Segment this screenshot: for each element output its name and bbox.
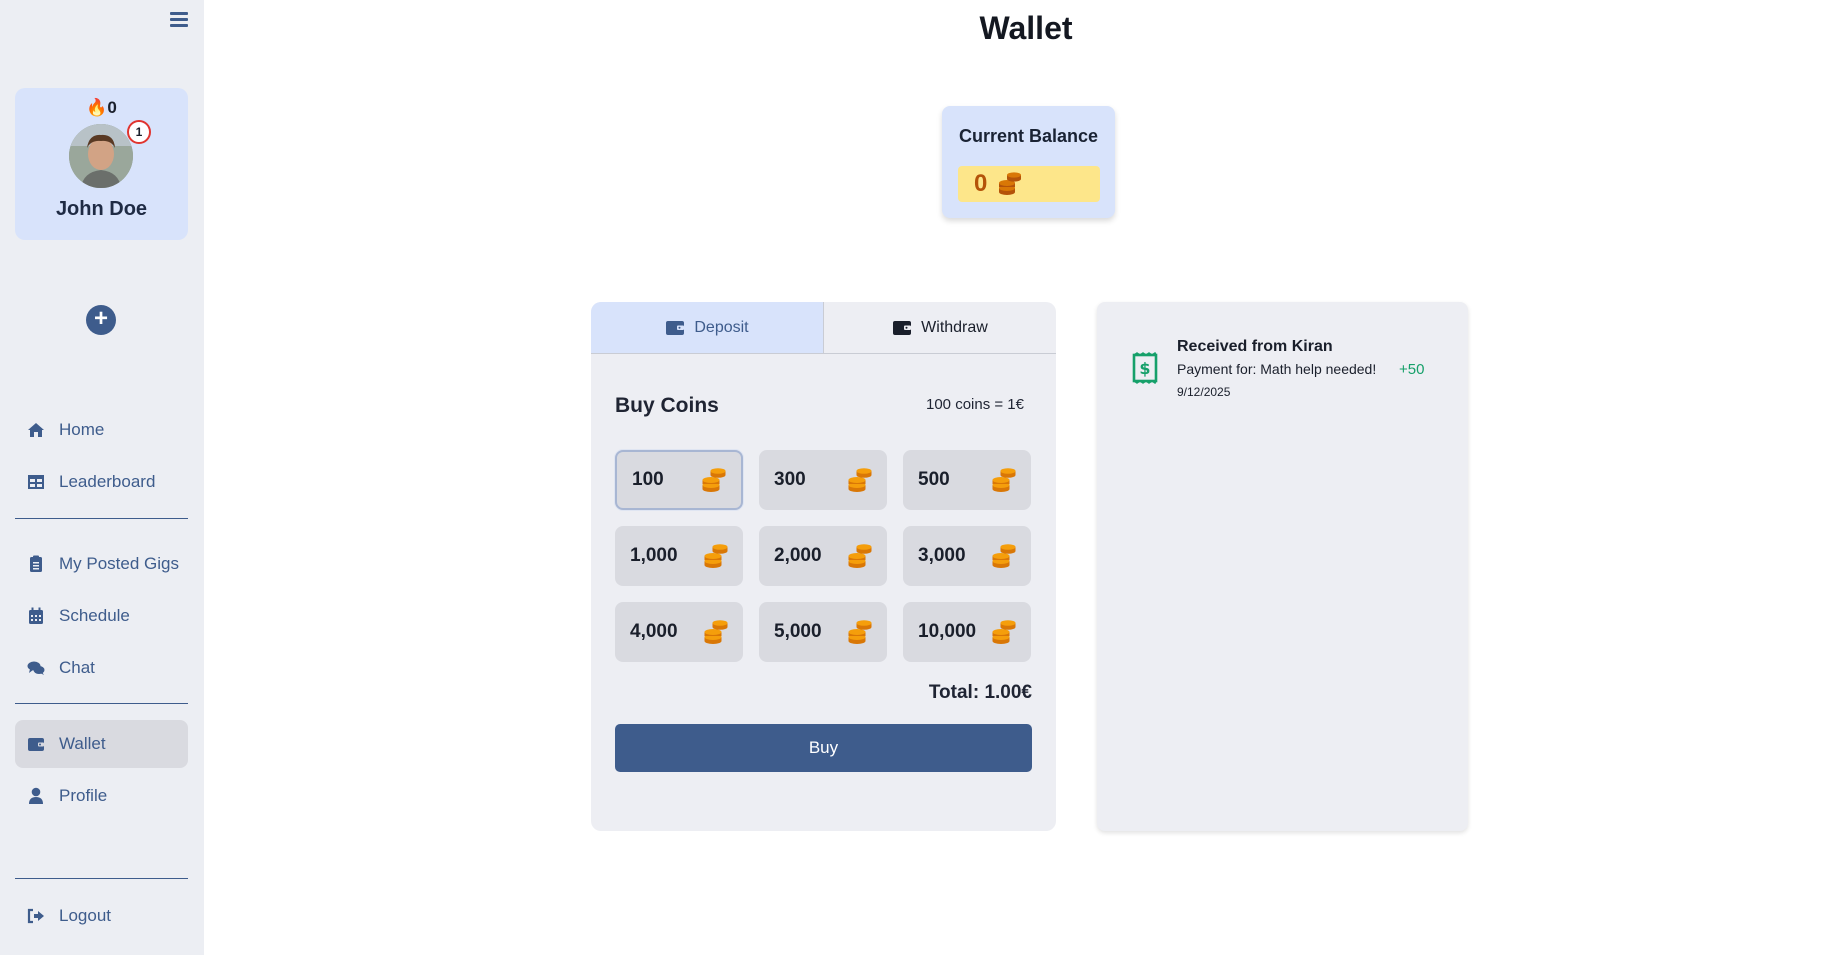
- svg-text:$: $: [1139, 359, 1150, 378]
- wallet-icon: [666, 321, 685, 335]
- coins-icon: [991, 466, 1017, 494]
- table-icon: [27, 473, 45, 491]
- transactions-panel: $ Received from Kiran Payment for: Math …: [1097, 302, 1468, 831]
- coin-option-amount: 500: [918, 469, 950, 490]
- notification-badge[interactable]: 1: [127, 120, 151, 144]
- sidebar-divider: [15, 518, 188, 519]
- coin-option-amount: 300: [774, 469, 806, 490]
- sidebar-item-label: Logout: [59, 906, 111, 925]
- user-icon: [27, 787, 45, 805]
- coin-option[interactable]: 500: [903, 450, 1031, 510]
- add-gig-button[interactable]: +: [86, 305, 116, 335]
- sidebar-item-schedule[interactable]: Schedule: [15, 592, 188, 640]
- coin-option-amount: 5,000: [774, 621, 822, 642]
- sidebar-divider: [15, 703, 188, 704]
- wallet-tabs: Deposit Withdraw: [591, 302, 1056, 354]
- home-icon: [27, 421, 45, 439]
- page-title: Wallet: [979, 10, 1073, 46]
- wallet-icon: [893, 321, 912, 335]
- total-price: Total: 1.00€: [928, 682, 1032, 703]
- sidebar-item-profile[interactable]: Profile: [15, 772, 188, 820]
- sidebar-item-label: Wallet: [59, 734, 106, 753]
- coin-option-amount: 1,000: [630, 545, 678, 566]
- sidebar-item-wallet[interactable]: Wallet: [15, 720, 188, 768]
- profile-card[interactable]: 🔥0 1 John Doe: [15, 88, 188, 240]
- coins-icon: [701, 466, 727, 494]
- transaction-description: Payment for: Math help needed!: [1177, 361, 1377, 377]
- coin-option-amount: 3,000: [918, 545, 966, 566]
- sidebar: 🔥0 1 John Doe + Home Leaderboard My Post…: [0, 0, 204, 955]
- coin-option[interactable]: 4,000: [615, 602, 743, 662]
- receipt-icon: $: [1131, 351, 1159, 385]
- buy-button[interactable]: Buy: [615, 724, 1032, 772]
- sidebar-divider: [15, 878, 188, 879]
- logout-button[interactable]: Logout: [15, 892, 188, 940]
- sidebar-item-my-posted-gigs[interactable]: My Posted Gigs: [15, 540, 188, 588]
- coin-option-amount: 4,000: [630, 621, 678, 642]
- tab-label: Deposit: [694, 318, 749, 336]
- balance-amount: 0: [974, 170, 988, 197]
- sidebar-item-label: Home: [59, 420, 105, 439]
- calendar-icon: [27, 607, 45, 625]
- avatar[interactable]: [69, 124, 133, 188]
- chat-icon: [27, 659, 45, 677]
- coin-option[interactable]: 3,000: [903, 526, 1031, 586]
- coins-icon: [991, 618, 1017, 646]
- tab-withdraw[interactable]: Withdraw: [824, 302, 1056, 353]
- clipboard-icon: [27, 555, 45, 573]
- coin-option[interactable]: 300: [759, 450, 887, 510]
- deposit-panel: Deposit Withdraw Buy Coins 100 coins = 1…: [591, 302, 1056, 831]
- sidebar-item-label: Schedule: [59, 606, 130, 625]
- coin-option[interactable]: 10,000: [903, 602, 1031, 662]
- buy-coins-title: Buy Coins: [615, 394, 719, 417]
- coins-icon: [847, 618, 873, 646]
- menu-toggle-icon[interactable]: [170, 10, 188, 28]
- coins-icon: [997, 171, 1023, 197]
- coin-option-amount: 10,000: [918, 621, 977, 642]
- sidebar-item-label: Chat: [59, 658, 95, 677]
- transaction-date: 9/12/2025: [1177, 385, 1231, 399]
- sidebar-item-leaderboard[interactable]: Leaderboard: [15, 458, 188, 506]
- balance-title: Current Balance: [958, 126, 1099, 146]
- sidebar-item-label: Leaderboard: [59, 472, 156, 491]
- transaction-title: Received from Kiran: [1177, 338, 1333, 355]
- coin-option[interactable]: 100: [615, 450, 743, 510]
- sidebar-item-chat[interactable]: Chat: [15, 644, 188, 692]
- coin-options: 100 300 500 1,000 2,000 3,000 4,000 5,000 10,000: [615, 450, 1032, 662]
- balance-value: 0: [958, 166, 1100, 202]
- coins-icon: [991, 542, 1017, 570]
- coin-option[interactable]: 5,000: [759, 602, 887, 662]
- exchange-rate: 100 coins = 1€: [926, 396, 1024, 413]
- user-name: John Doe: [55, 198, 148, 220]
- coins-icon: [703, 618, 729, 646]
- sidebar-item-label: My Posted Gigs: [59, 554, 179, 573]
- tab-deposit[interactable]: Deposit: [591, 302, 824, 353]
- coin-option-amount: 100: [632, 469, 664, 490]
- wallet-icon: [27, 735, 45, 753]
- coin-option-amount: 2,000: [774, 545, 822, 566]
- streak-counter: 🔥0: [86, 98, 117, 117]
- tab-label: Withdraw: [921, 318, 988, 336]
- coins-icon: [847, 542, 873, 570]
- transaction-amount: +50: [1399, 361, 1425, 378]
- coins-icon: [847, 466, 873, 494]
- balance-card: Current Balance 0: [942, 106, 1115, 218]
- coins-icon: [703, 542, 729, 570]
- coin-option[interactable]: 1,000: [615, 526, 743, 586]
- logout-icon: [27, 907, 45, 925]
- coin-option[interactable]: 2,000: [759, 526, 887, 586]
- sidebar-item-home[interactable]: Home: [15, 406, 188, 454]
- sidebar-item-label: Profile: [59, 786, 108, 805]
